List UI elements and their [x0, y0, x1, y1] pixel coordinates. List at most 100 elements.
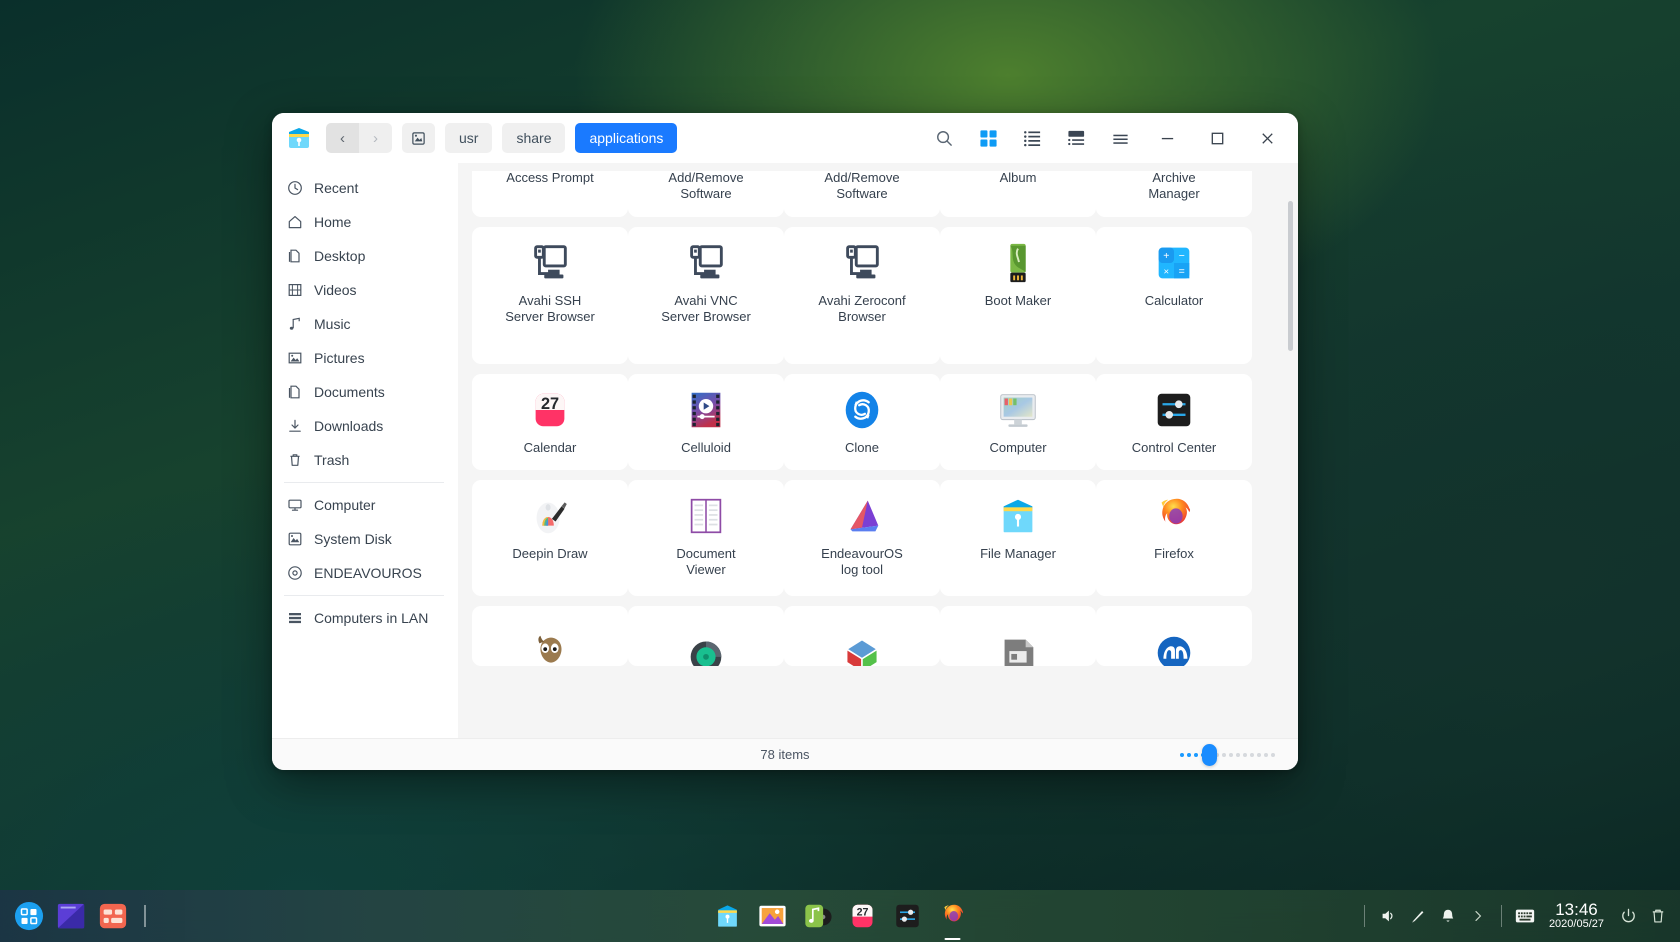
- file-tile-endeavouros-log-tool[interactable]: EndeavourOS log tool: [784, 480, 940, 596]
- file-tile-add-remove-software-2[interactable]: Add/Remove Software: [784, 171, 940, 217]
- sidebar-item-computer[interactable]: Computer: [272, 488, 458, 522]
- file-grid-pane[interactable]: Access Prompt Add/Remove Software Add/Re…: [458, 163, 1298, 738]
- calendar-icon: 27: [526, 386, 574, 434]
- volume-icon[interactable]: [1374, 901, 1402, 931]
- sidebar-item-trash[interactable]: Trash: [272, 443, 458, 477]
- file-tile-gimp[interactable]: [472, 606, 628, 666]
- zoom-dot: [1180, 752, 1184, 757]
- file-tile-celluloid[interactable]: Celluloid: [628, 374, 784, 470]
- firefox-icon[interactable]: [936, 899, 970, 940]
- system-tray: 13:46 2020/05/27: [1357, 890, 1672, 942]
- zoom-slider[interactable]: [1180, 739, 1276, 770]
- file-tile-archive-manager[interactable]: Archive Manager: [1096, 171, 1252, 217]
- file-tile-label: Archive: [1152, 171, 1196, 185]
- breadcrumb-usr[interactable]: usr: [445, 123, 493, 153]
- keyboard-layout-icon[interactable]: [1511, 901, 1539, 931]
- file-tile-computer[interactable]: Computer: [940, 374, 1096, 470]
- item-count-label: 78 items: [760, 747, 810, 762]
- tray-divider: [1500, 905, 1502, 927]
- maximize-button[interactable]: [1194, 120, 1240, 156]
- file-tile-access-prompt[interactable]: Access Prompt: [472, 171, 628, 217]
- power-icon[interactable]: [1614, 901, 1642, 931]
- optical-disc-icon: [286, 565, 303, 582]
- file-tile-label: Avahi VNC: [674, 293, 738, 308]
- file-manager-icon[interactable]: [711, 899, 745, 933]
- sidebar-item-documents[interactable]: Documents: [272, 375, 458, 409]
- download-icon: [286, 418, 303, 435]
- file-tile-gparted[interactable]: [940, 606, 1096, 666]
- file-tile-album[interactable]: Album: [940, 171, 1096, 217]
- scrollbar-thumb[interactable]: [1288, 201, 1293, 351]
- svg-text:×: ×: [1164, 267, 1170, 278]
- file-tile-add-remove-software[interactable]: Add/Remove Software: [628, 171, 784, 217]
- control-center-icon[interactable]: [891, 899, 925, 933]
- breadcrumb-applications[interactable]: applications: [575, 123, 678, 153]
- file-tile-boot-maker[interactable]: Boot Maker: [940, 227, 1096, 364]
- disk-icon: [286, 531, 303, 548]
- extended-view-icon[interactable]: [1056, 120, 1096, 156]
- file-tile-htop[interactable]: [1096, 606, 1252, 666]
- avahi-ssh-icon: [526, 239, 574, 287]
- sidebar-item-computers-in-lan[interactable]: Computers in LAN: [272, 601, 458, 635]
- file-tile-calculator[interactable]: + − × = Calculator: [1096, 227, 1252, 364]
- file-tile-label: Add/Remove: [668, 171, 744, 185]
- grid-view-icon[interactable]: [968, 120, 1008, 156]
- sidebar-item-videos[interactable]: Videos: [272, 273, 458, 307]
- file-tile-label: EndeavourOS: [821, 546, 903, 561]
- sidebar-item-endeavouros[interactable]: ENDEAVOUROS: [272, 556, 458, 590]
- menu-icon[interactable]: [1100, 120, 1140, 156]
- back-button[interactable]: ‹: [326, 123, 359, 153]
- vertical-scrollbar[interactable]: [1288, 171, 1293, 731]
- file-tile-calendar[interactable]: 27 Calendar: [472, 374, 628, 470]
- sidebar-item-pictures[interactable]: Pictures: [272, 341, 458, 375]
- file-tile-control-center[interactable]: Control Center: [1096, 374, 1252, 470]
- zoom-slider-track[interactable]: [1180, 743, 1276, 766]
- music-note-icon: [286, 316, 303, 333]
- file-tile-firefox[interactable]: Firefox: [1096, 480, 1252, 596]
- minimize-button[interactable]: [1144, 120, 1190, 156]
- file-tile-avahi-zeroconf-browser[interactable]: Avahi Zeroconf Browser: [784, 227, 940, 364]
- file-tile-gnome-boxes[interactable]: [784, 606, 940, 666]
- zoom-slider-handle[interactable]: [1202, 743, 1217, 766]
- file-tile-deepin-draw[interactable]: Deepin Draw: [472, 480, 628, 596]
- gimp-icon: [526, 630, 574, 666]
- sidebar-item-downloads[interactable]: Downloads: [272, 409, 458, 443]
- file-tile-gnome-disks[interactable]: [628, 606, 784, 666]
- calendar-icon[interactable]: 27: [846, 899, 880, 933]
- monitor-icon: [286, 497, 303, 514]
- file-tile-label2: log tool: [841, 562, 883, 577]
- file-tile-label: Control Center: [1131, 440, 1217, 455]
- window-titlebar: ‹ › usr share applications: [272, 113, 1298, 163]
- brightness-icon[interactable]: [1404, 901, 1432, 931]
- file-tile-clone[interactable]: Clone: [784, 374, 940, 470]
- calculator-icon: + − × =: [1150, 239, 1198, 287]
- close-button[interactable]: [1244, 120, 1290, 156]
- sidebar-item-desktop[interactable]: Desktop: [272, 239, 458, 273]
- sidebar-item-home[interactable]: Home: [272, 205, 458, 239]
- file-tile-avahi-vnc-server-browser[interactable]: Avahi VNC Server Browser: [628, 227, 784, 364]
- sidebar-item-recent[interactable]: Recent: [272, 171, 458, 205]
- zoom-dot: [1236, 752, 1240, 757]
- breadcrumb-share[interactable]: share: [502, 123, 566, 153]
- file-tile-file-manager[interactable]: File Manager: [940, 480, 1096, 596]
- clock[interactable]: 13:46 2020/05/27: [1549, 901, 1604, 930]
- gnome-boxes-icon: [838, 630, 886, 666]
- file-tile-label2: Server Browser: [505, 309, 595, 324]
- file-tile-document-viewer[interactable]: Document Viewer: [628, 480, 784, 596]
- search-icon[interactable]: [924, 120, 964, 156]
- image-viewer-icon[interactable]: [756, 899, 790, 933]
- tray-expand-icon[interactable]: [1464, 901, 1492, 931]
- sidebar-item-system-disk[interactable]: System Disk: [272, 522, 458, 556]
- zoom-dot: [1271, 752, 1275, 757]
- app-grid-icon[interactable]: [96, 899, 130, 933]
- list-view-icon[interactable]: [1012, 120, 1052, 156]
- sidebar-item-music[interactable]: Music: [272, 307, 458, 341]
- music-player-icon[interactable]: [801, 899, 835, 933]
- trash-icon[interactable]: [1644, 901, 1672, 931]
- notification-bell-icon[interactable]: [1434, 901, 1462, 931]
- launcher-icon[interactable]: [12, 899, 46, 933]
- show-desktop-icon[interactable]: [54, 899, 88, 933]
- file-tile-avahi-ssh-server-browser[interactable]: Avahi SSH Server Browser: [472, 227, 628, 364]
- forward-button[interactable]: ›: [359, 123, 392, 153]
- breadcrumb-root[interactable]: [402, 123, 435, 153]
